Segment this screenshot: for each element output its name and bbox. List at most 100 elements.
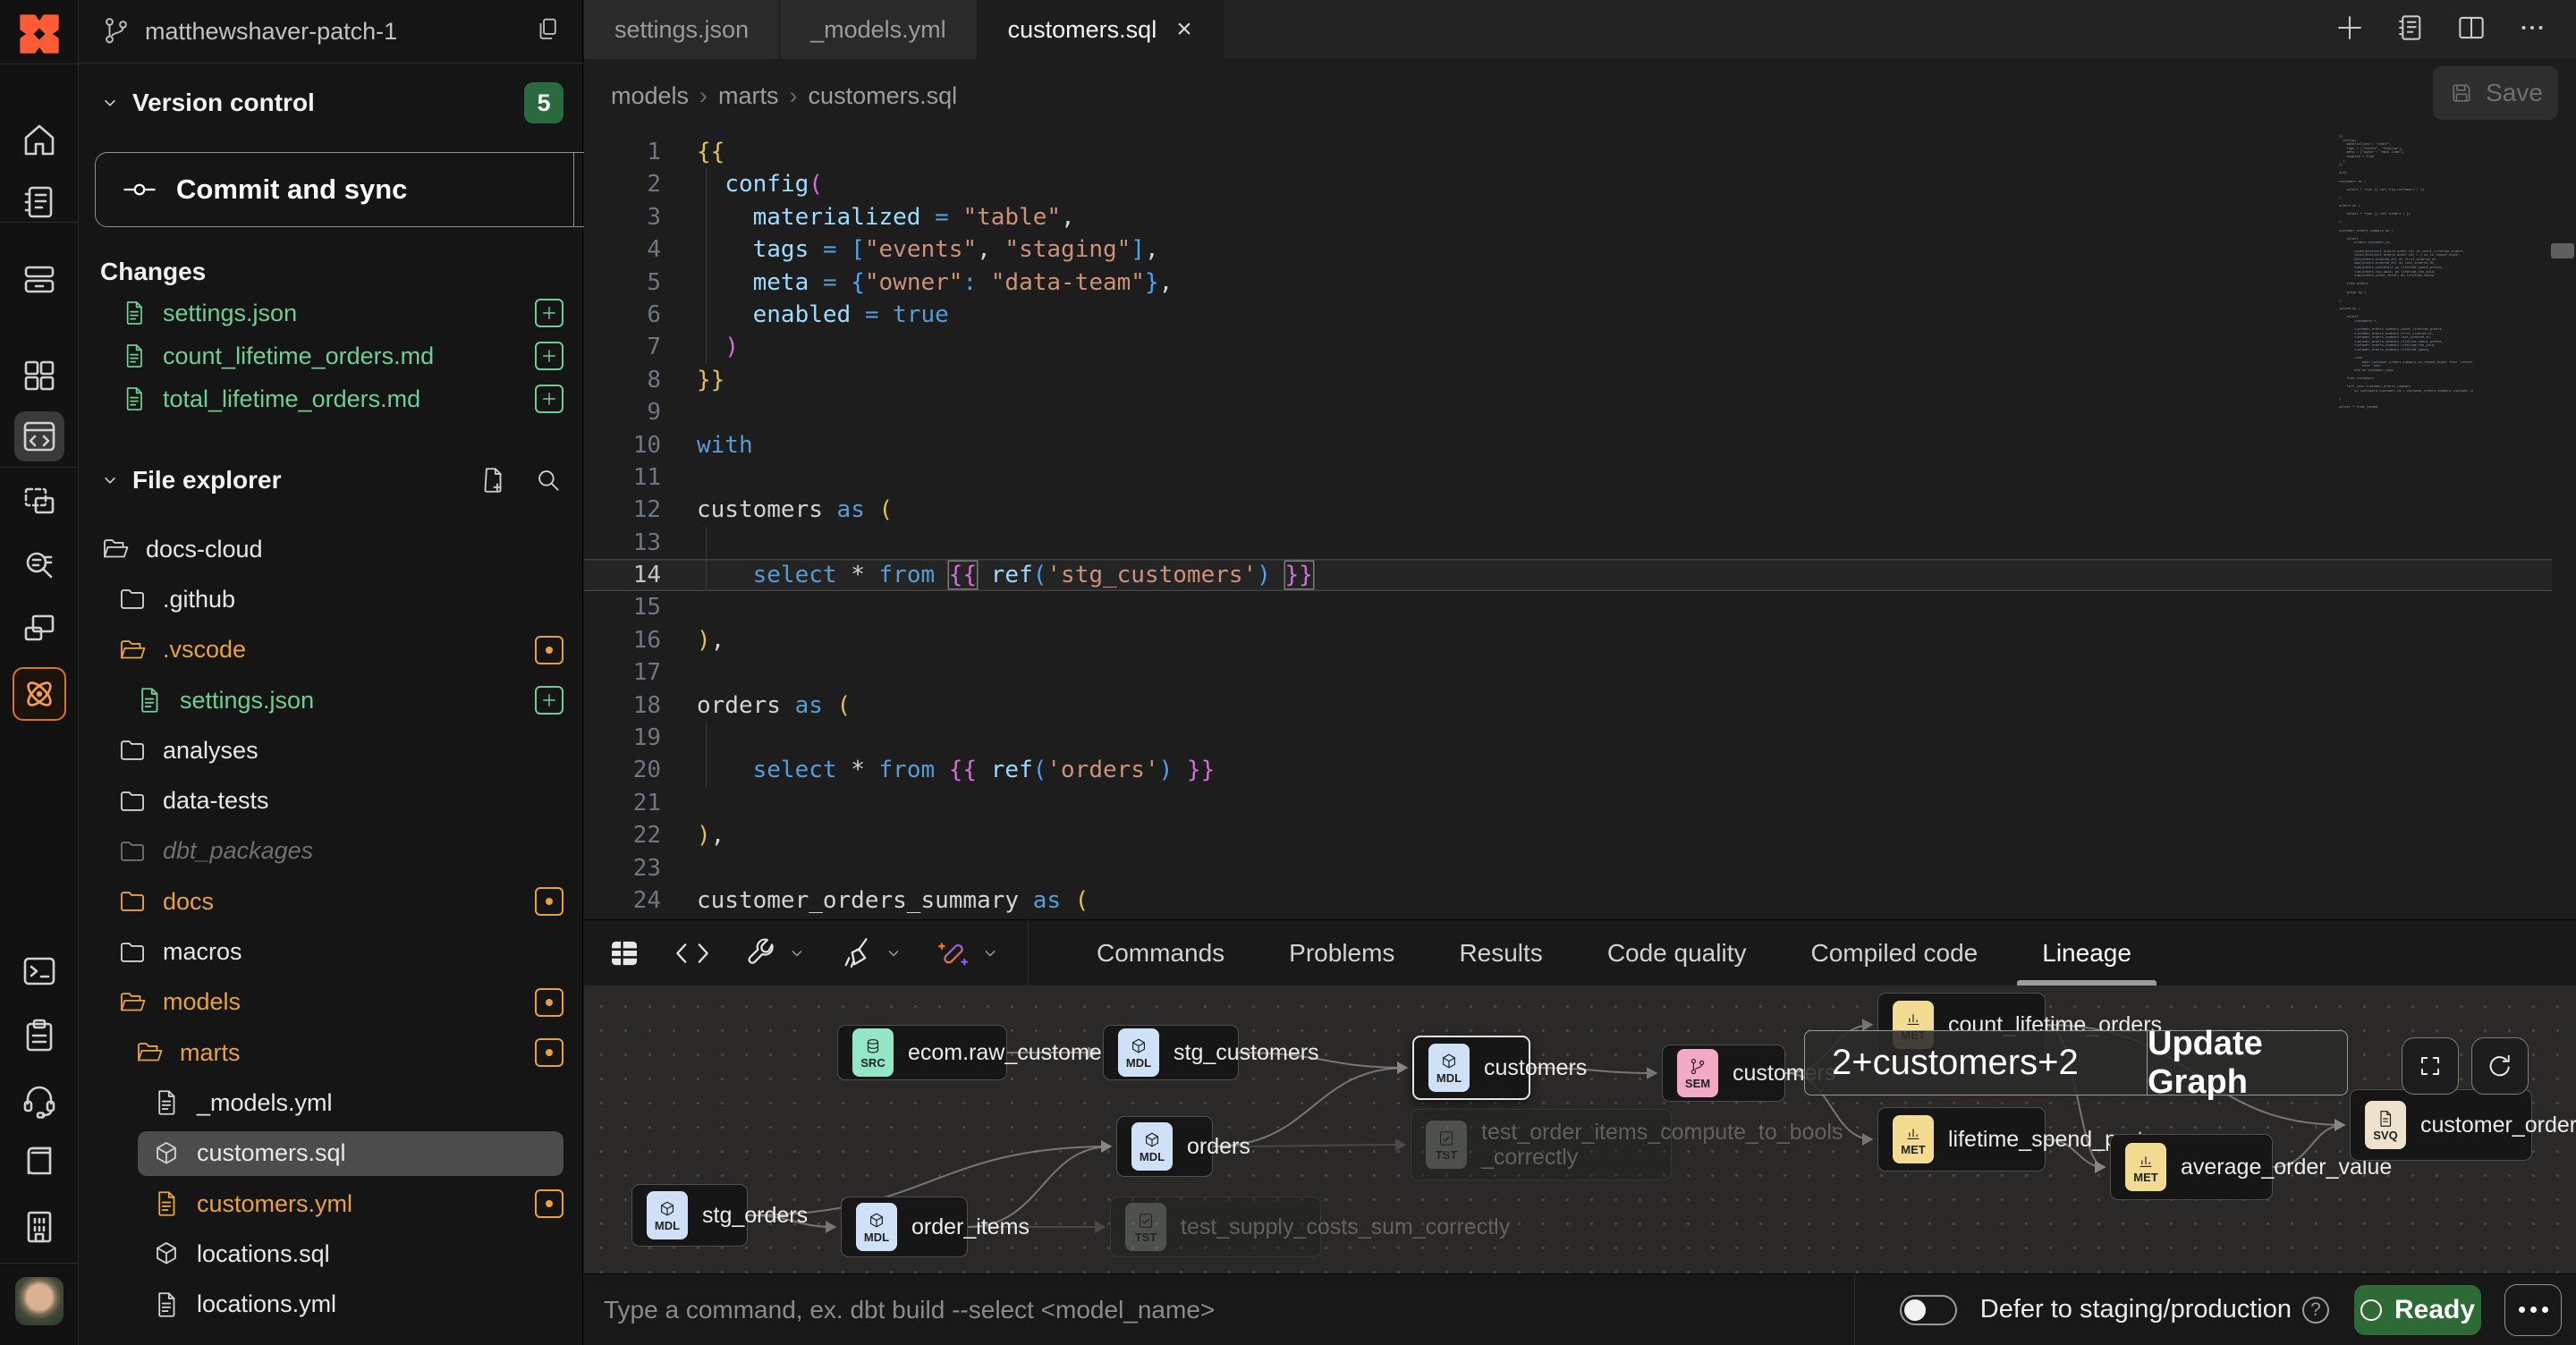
rail-item-terminal[interactable]	[18, 950, 61, 993]
tree-item-_models.yml[interactable]: _models.yml	[79, 1078, 583, 1128]
rail-item-frame-dashed[interactable]	[18, 479, 61, 522]
command-input[interactable]: Type a command, ex. dbt build --select <…	[604, 1296, 1215, 1324]
rail-item-code-window[interactable]	[14, 411, 64, 461]
file-explorer-header[interactable]: File explorer	[98, 460, 564, 501]
ready-status-badge[interactable]: Ready	[2354, 1285, 2481, 1335]
help-icon[interactable]: ?	[2302, 1297, 2329, 1324]
rail-item-book[interactable]	[18, 1139, 61, 1182]
lineage-node-stg_customers[interactable]: MDLstg_customers	[1103, 1025, 1239, 1080]
lineage-node-order_items[interactable]: MDLorder_items	[841, 1197, 968, 1257]
panel-tab-Compiled code[interactable]: Compiled code	[1778, 920, 2010, 985]
code-line[interactable]: 2 config(	[584, 168, 2552, 200]
changed-file-row[interactable]: settings.json	[79, 292, 583, 334]
code-line[interactable]: 7 )	[584, 331, 2552, 363]
tab-_models.yml[interactable]: _models.yml	[780, 0, 978, 59]
tree-item-locations.yml[interactable]: locations.yml	[79, 1279, 583, 1329]
changed-file-row[interactable]: total_lifetime_orders.md	[79, 377, 583, 420]
breadcrumb-item[interactable]: customers.sql	[809, 82, 958, 109]
defer-toggle[interactable]	[1900, 1295, 1957, 1325]
code-line[interactable]: 21	[584, 787, 2552, 819]
tab-action-notebook[interactable]	[2394, 11, 2428, 49]
code-line[interactable]: 5 meta = {"owner": "data-team"},	[584, 266, 2552, 299]
code-line[interactable]: 3 materialized = "table",	[584, 201, 2552, 233]
lineage-node-raw_customers[interactable]: SRCecom.raw_customers	[837, 1025, 1007, 1080]
panel-tab-Commands[interactable]: Commands	[1064, 920, 1257, 985]
tree-item-.vscode[interactable]: .vscode	[79, 625, 583, 675]
tree-item-.github[interactable]: .github	[79, 574, 583, 624]
code-line[interactable]: 15	[584, 591, 2552, 623]
tab-action-plus[interactable]	[2333, 11, 2367, 49]
code-line[interactable]: 20 select * from {{ ref('orders') }}	[584, 754, 2552, 786]
lineage-canvas[interactable]: SRCecom.raw_customers MDLstg_customers MDL…	[584, 985, 2576, 1273]
minimap[interactable]: {{ config( materialized = "table", tags …	[2339, 134, 2473, 420]
rail-item-notebook[interactable]	[18, 181, 61, 224]
rail-item-atom[interactable]	[13, 667, 66, 721]
lineage-node-customers_mdl[interactable]: MDLcustomers	[1412, 1036, 1530, 1100]
tab-action-split[interactable]	[2454, 11, 2488, 49]
panel-tool-code[interactable]	[674, 935, 711, 972]
lineage-node-orders[interactable]: MDLorders	[1116, 1116, 1213, 1177]
code-line[interactable]: 18orders as (	[584, 689, 2552, 722]
tree-item-docs-cloud[interactable]: docs-cloud	[79, 524, 583, 574]
copy-branch-button[interactable]	[533, 14, 564, 49]
dbt-logo-icon[interactable]	[13, 11, 66, 57]
lineage-fullscreen-button[interactable]	[2402, 1037, 2459, 1095]
lineage-node-lifetime_spend_pretax[interactable]: METlifetime_spend_pretax	[1877, 1107, 2046, 1172]
panel-tool-table[interactable]	[606, 935, 643, 972]
lineage-node-average_order_value[interactable]: METaverage_order_value	[2110, 1134, 2273, 1200]
tree-item-locations.sql[interactable]: locations.sql	[79, 1229, 583, 1279]
scrollbar-thumb[interactable]	[2551, 243, 2574, 258]
update-graph-button[interactable]: Update Graph	[2147, 1031, 2347, 1095]
code-editor[interactable]: models›marts›customers.sql Save 1{{2 con…	[584, 59, 2576, 919]
branch-row[interactable]: matthewshaver-patch-1	[79, 0, 583, 63]
lineage-node-stg_orders[interactable]: MDLstg_orders	[631, 1184, 748, 1247]
tree-item-customers.sql[interactable]: customers.sql	[79, 1129, 583, 1179]
rail-item-home[interactable]	[18, 118, 61, 161]
panel-tab-Problems[interactable]: Problems	[1257, 920, 1427, 985]
tree-item-marts[interactable]: marts	[79, 1028, 583, 1078]
user-avatar[interactable]	[15, 1277, 64, 1325]
tree-item-models[interactable]: models	[79, 977, 583, 1028]
lineage-node-customers_sem[interactable]: SEMcustomers	[1662, 1045, 1785, 1102]
lineage-refresh-button[interactable]	[2471, 1037, 2529, 1095]
panel-tool-broom[interactable]	[838, 935, 904, 972]
tree-item-analyses[interactable]: analyses	[79, 725, 583, 775]
panel-tool-wand[interactable]	[935, 935, 1001, 972]
tree-item-dbt_packages[interactable]: dbt_packages	[79, 826, 583, 876]
code-line[interactable]: 22),	[584, 819, 2552, 851]
code-content[interactable]: 1{{2 config(3 materialized = "table",4 t…	[584, 136, 2552, 917]
code-line[interactable]: 9	[584, 396, 2552, 428]
code-line[interactable]: 13	[584, 527, 2552, 559]
code-line[interactable]: 14 select * from {{ ref('stg_customers')…	[584, 559, 2552, 591]
rail-item-drawer[interactable]	[18, 258, 61, 300]
panel-tab-Results[interactable]: Results	[1427, 920, 1574, 985]
new-file-icon[interactable]	[478, 465, 508, 495]
search-icon[interactable]	[533, 465, 564, 495]
version-control-header[interactable]: Version control 5	[98, 82, 564, 123]
code-line[interactable]: 17	[584, 656, 2552, 689]
code-line[interactable]: 8}}	[584, 364, 2552, 396]
lineage-node-test_order_items[interactable]: TSTtest_order_items_compute_to_bools _co…	[1411, 1109, 1672, 1180]
panel-tab-Lineage[interactable]: Lineage	[2010, 920, 2164, 985]
code-line[interactable]: 23	[584, 852, 2552, 884]
tree-item-macros[interactable]: macros	[79, 926, 583, 977]
code-line[interactable]: 24customer_orders_summary as (	[584, 884, 2552, 917]
tab-settings.json[interactable]: settings.json	[584, 0, 780, 59]
tree-item-data-tests[interactable]: data-tests	[79, 775, 583, 825]
lineage-node-test_supply[interactable]: TSTtest_supply_costs_sum_correctly	[1110, 1197, 1321, 1257]
rail-item-headset[interactable]	[18, 1079, 61, 1121]
tree-item-settings.json[interactable]: settings.json	[79, 675, 583, 725]
commit-and-sync-button[interactable]: Commit and sync	[95, 152, 642, 227]
rail-item-windows[interactable]	[18, 608, 61, 651]
rail-item-search-doc[interactable]	[18, 544, 61, 587]
code-line[interactable]: 16),	[584, 624, 2552, 656]
lineage-selector-input[interactable]: 2+customers+2	[1805, 1031, 2147, 1095]
code-line[interactable]: 11	[584, 461, 2552, 494]
tree-item-customers.yml[interactable]: customers.yml	[79, 1179, 583, 1229]
save-button[interactable]: Save	[2433, 66, 2558, 120]
breadcrumb-item[interactable]: marts	[718, 82, 779, 109]
code-line[interactable]: 19	[584, 722, 2552, 754]
rail-item-grid[interactable]	[18, 354, 61, 397]
code-line[interactable]: 12customers as (	[584, 494, 2552, 526]
more-options-button[interactable]	[2504, 1284, 2562, 1336]
